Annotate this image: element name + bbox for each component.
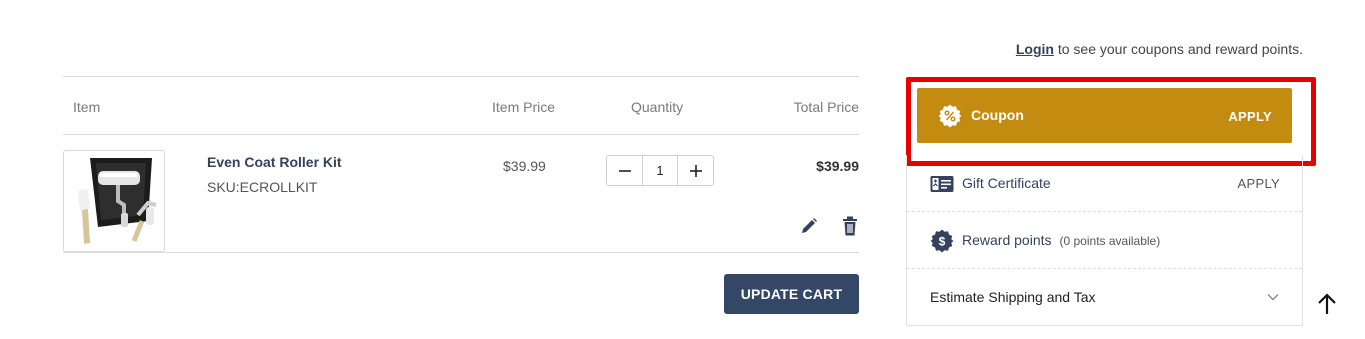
dollar-badge-icon: $ xyxy=(930,229,954,253)
quantity-input[interactable]: 1 xyxy=(642,156,678,185)
quantity-stepper: 1 xyxy=(606,155,714,186)
header-quantity: Quantity xyxy=(631,99,684,115)
login-prompt: Login to see your coupons and reward poi… xyxy=(1016,41,1303,57)
scroll-to-top-arrow-icon[interactable] xyxy=(1316,292,1338,316)
trash-icon[interactable] xyxy=(842,216,858,236)
percent-badge-icon xyxy=(938,104,962,128)
gift-certificate-label: Gift Certificate xyxy=(962,175,1051,191)
reward-points-available: (0 points available) xyxy=(1059,234,1161,248)
line-total: $39.99 xyxy=(816,158,859,174)
login-link[interactable]: Login xyxy=(1016,41,1054,57)
header-item-price: Item Price xyxy=(492,99,556,115)
gift-certificate-row[interactable]: Gift Certificate APPLY xyxy=(907,155,1302,212)
minus-icon xyxy=(618,169,631,172)
gift-card-icon xyxy=(930,176,954,192)
gift-certificate-apply-link[interactable]: APPLY xyxy=(1238,176,1280,191)
svg-text:$: $ xyxy=(939,235,946,249)
decrease-quantity-button[interactable] xyxy=(607,156,642,185)
product-image[interactable] xyxy=(63,150,165,252)
estimate-shipping-row[interactable]: Estimate Shipping and Tax xyxy=(907,269,1302,326)
product-name[interactable]: Even Coat Roller Kit xyxy=(207,154,342,170)
item-price: $39.99 xyxy=(503,158,546,174)
cart-table: Item Item Price Quantity Total Price Eve… xyxy=(63,76,859,253)
cart-item-row: Even Coat Roller Kit SKU:ECROLLKIT $39.9… xyxy=(63,135,859,253)
header-item: Item xyxy=(73,99,101,115)
cart-header: Item Item Price Quantity Total Price xyxy=(63,76,859,135)
coupon-label: Coupon xyxy=(971,107,1024,123)
coupon-apply-link[interactable]: APPLY xyxy=(1228,109,1272,124)
pencil-icon[interactable] xyxy=(800,217,818,235)
increase-quantity-button[interactable] xyxy=(678,156,713,185)
header-total-price: Total Price xyxy=(793,99,859,115)
checkout-options-panel: Gift Certificate APPLY $ Reward points (0… xyxy=(906,155,1303,326)
plus-icon xyxy=(689,164,702,177)
reward-points-label: Reward points (0 points available) xyxy=(962,232,1160,248)
chevron-down-icon xyxy=(1267,294,1279,301)
paint-roller-kit-image xyxy=(78,158,157,244)
reward-points-title: Reward points xyxy=(962,232,1052,248)
update-cart-button[interactable]: UPDATE CART xyxy=(724,274,859,314)
login-prompt-text: to see your coupons and reward points. xyxy=(1053,41,1303,57)
coupon-button[interactable]: Coupon APPLY xyxy=(917,88,1292,143)
product-sku: SKU:ECROLLKIT xyxy=(207,179,318,195)
estimate-shipping-label: Estimate Shipping and Tax xyxy=(930,289,1096,305)
reward-points-row[interactable]: $ Reward points (0 points available) xyxy=(907,212,1302,269)
